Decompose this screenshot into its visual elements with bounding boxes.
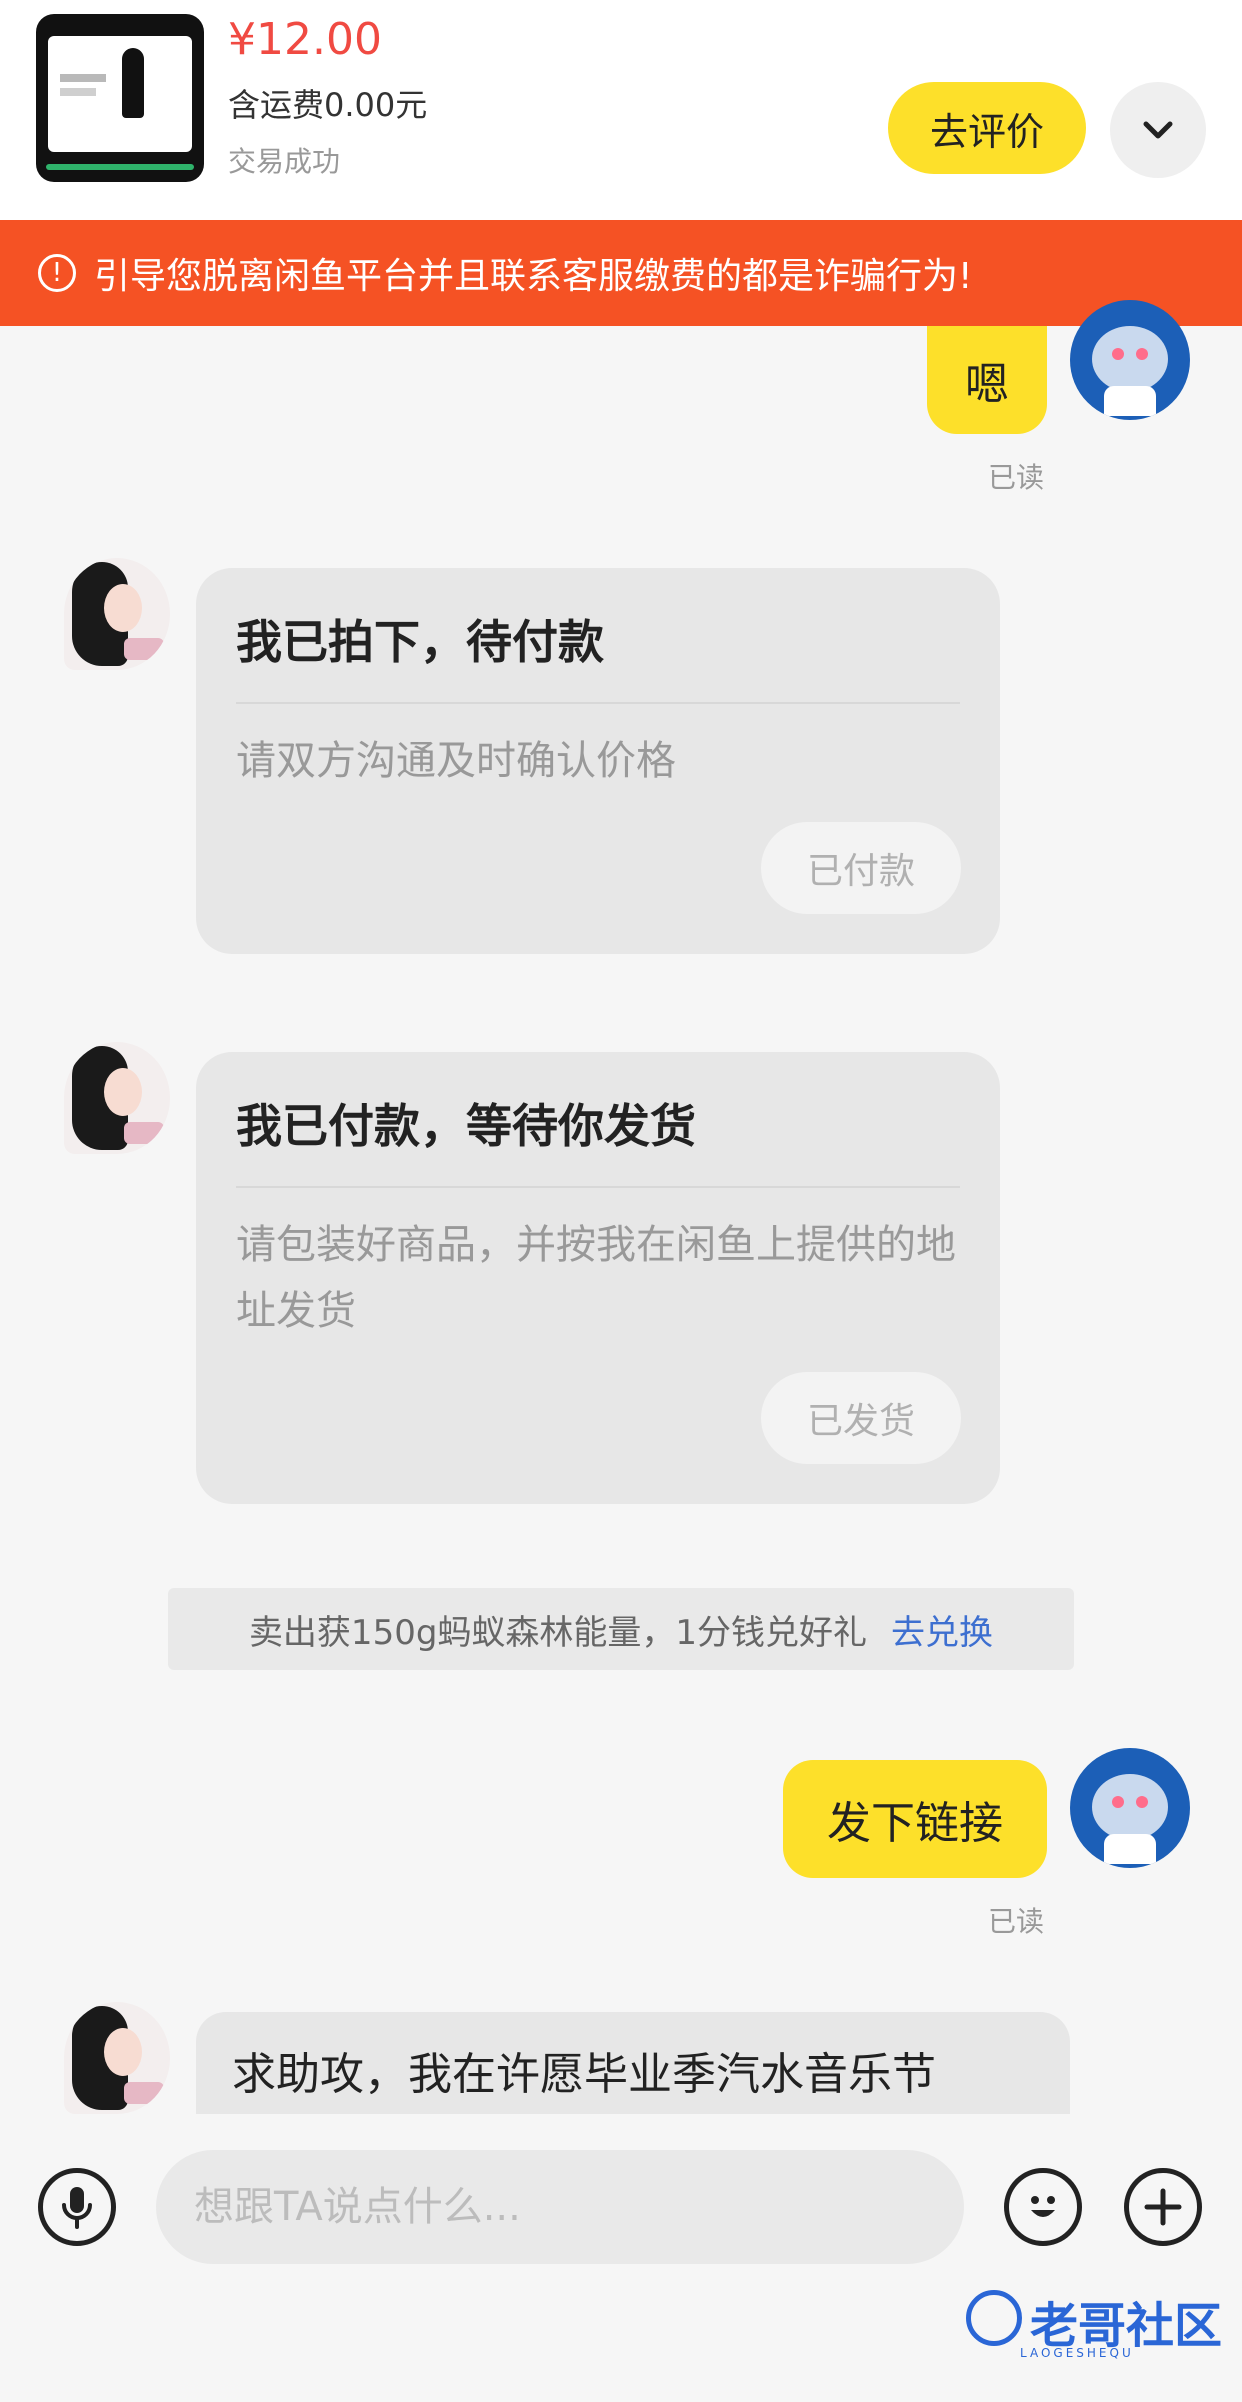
read-receipt: 已读 [988, 1905, 1045, 1938]
product-price: ¥12.00 [228, 14, 382, 65]
warning-text: 引导您脱离闲鱼平台并且联系客服缴费的都是诈骗行为! [94, 256, 973, 297]
card-divider [236, 702, 960, 704]
my-avatar[interactable] [1070, 1748, 1190, 1868]
thumbnail-text-line [60, 88, 96, 96]
my-message-bubble[interactable]: 发下链接 [783, 1760, 1047, 1878]
card-title: 我已付款，等待你发货 [236, 1099, 696, 1153]
seller-message-bubble[interactable]: 求助攻，我在许愿毕业季汽水音乐节 [196, 2012, 1070, 2114]
thumbnail-figure [122, 48, 144, 118]
order-summary-card: ¥12.00 含运费0.00元 交易成功 去评价 [0, 0, 1242, 220]
card-divider [236, 1186, 960, 1188]
seller-avatar[interactable] [64, 1042, 170, 1154]
card-title: 我已拍下，待付款 [236, 615, 604, 669]
smile-icon [1031, 2196, 1055, 2217]
shipped-button[interactable]: 已发货 [761, 1372, 961, 1464]
my-message-bubble[interactable]: 嗯 [927, 326, 1047, 434]
read-receipt: 已读 [988, 461, 1045, 494]
thumbnail-progress [46, 164, 194, 170]
message-input[interactable] [156, 2150, 964, 2264]
fraud-warning-banner: ! 引导您脱离闲鱼平台并且联系客服缴费的都是诈骗行为! [0, 220, 1242, 326]
seller-avatar[interactable] [64, 2002, 170, 2114]
plus-icon [1144, 2188, 1182, 2226]
emoji-button[interactable] [1004, 2168, 1082, 2246]
voice-button[interactable] [38, 2168, 116, 2246]
seller-avatar[interactable] [64, 558, 170, 670]
expand-button[interactable] [1110, 82, 1206, 178]
exclamation-circle-icon: ! [38, 254, 76, 292]
my-avatar[interactable] [1070, 300, 1190, 420]
shipping-fee: 含运费0.00元 [228, 86, 428, 124]
redeem-link[interactable]: 去兑换 [891, 1605, 993, 1654]
order-status-card: 我已拍下，待付款 请双方沟通及时确认价格 已付款 [196, 568, 1000, 954]
thumbnail-text-line [60, 74, 106, 82]
card-description: 请包装好商品，并按我在闲鱼上提供的地址发货 [236, 1222, 956, 1334]
promo-text: 卖出获150g蚂蚁森林能量，1分钱兑好礼 [248, 1612, 868, 1653]
microphone-icon [62, 2187, 92, 2229]
chevron-down-icon [1143, 121, 1173, 139]
card-description: 请双方沟通及时确认价格 [236, 738, 676, 784]
paid-button[interactable]: 已付款 [761, 822, 961, 914]
product-thumbnail[interactable] [36, 14, 204, 182]
message-text: 求助攻，我在许愿毕业季汽水音乐节 [232, 2049, 936, 2100]
order-status: 交易成功 [228, 145, 341, 178]
watermark-subtext: LAOGESHEQU [1020, 2346, 1134, 2360]
more-actions-button[interactable] [1124, 2168, 1202, 2246]
watermark-logo-icon [966, 2290, 1022, 2346]
evaluate-button[interactable]: 去评价 [888, 82, 1086, 174]
promo-notice: 卖出获150g蚂蚁森林能量，1分钱兑好礼 去兑换 [168, 1588, 1074, 1670]
order-status-card: 我已付款，等待你发货 请包装好商品，并按我在闲鱼上提供的地址发货 已发货 [196, 1052, 1000, 1504]
